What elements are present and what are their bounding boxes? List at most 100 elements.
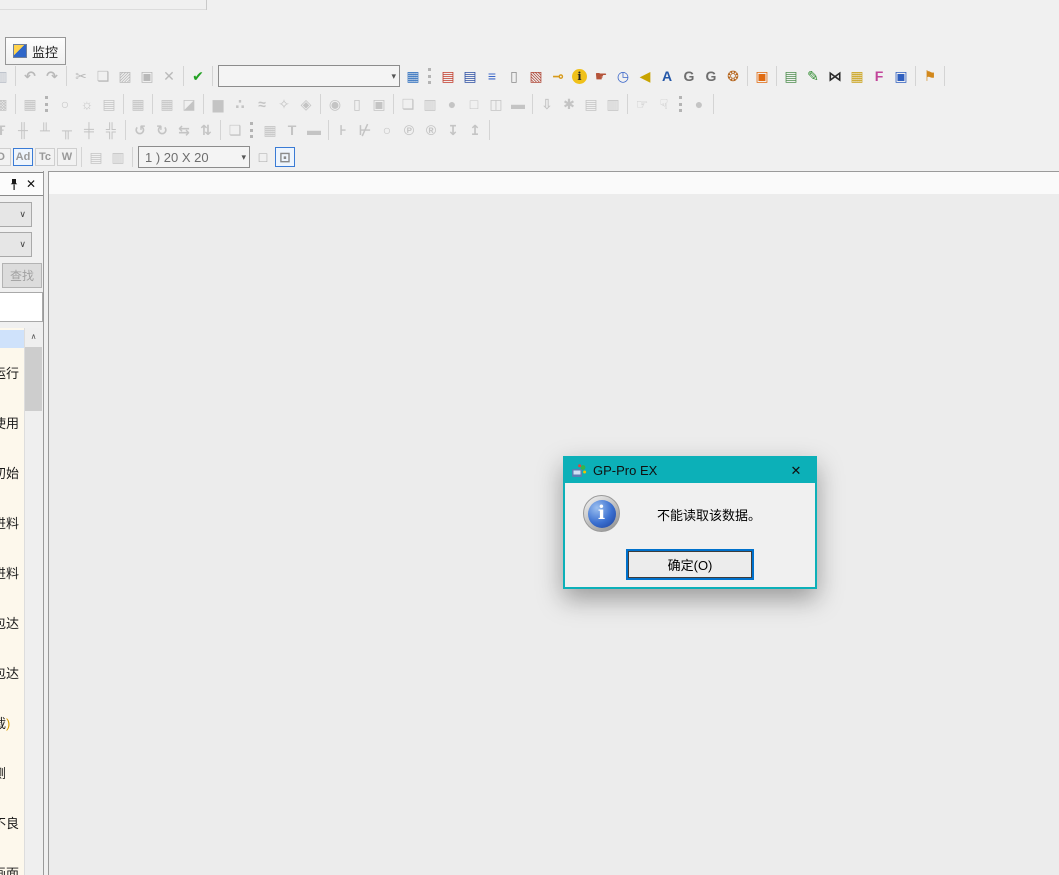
- sidebar-item[interactable]: 侧: [0, 763, 6, 782]
- scroll-up-icon[interactable]: ∧: [25, 328, 42, 345]
- ladder-monitor-icon: ▦: [260, 120, 280, 140]
- toggle-w-toggle[interactable]: W: [57, 148, 77, 166]
- toolbar-separator: [66, 66, 67, 86]
- device-monitor-icon[interactable]: ⋈: [825, 66, 845, 86]
- toolbar-separator: [132, 147, 133, 167]
- toolbar-separator: [532, 94, 533, 114]
- sidebar-item[interactable]: 使用: [0, 413, 19, 432]
- toolbar-separator: [915, 66, 916, 86]
- text-part-icon: ▣: [369, 94, 389, 114]
- edit-script-icon[interactable]: ✎: [803, 66, 823, 86]
- gesture-input-icon: ☟: [654, 94, 674, 114]
- screen-select-combo[interactable]: ▾: [218, 65, 400, 87]
- hand-operation-icon[interactable]: ☛: [591, 66, 611, 86]
- ok-button[interactable]: 确定(O): [628, 551, 752, 578]
- date-part-icon: ▦: [128, 94, 148, 114]
- sound-icon[interactable]: ◀: [635, 66, 655, 86]
- sidebar-item[interactable]: 画面: [0, 863, 19, 875]
- print-icon: ▥: [108, 147, 128, 167]
- sidebar-item[interactable]: 进料: [0, 513, 19, 532]
- image-window-icon[interactable]: ▣: [891, 66, 911, 86]
- comment-view-icon: ▤: [86, 147, 106, 167]
- security-key-icon[interactable]: ⊸: [548, 66, 568, 86]
- global-crossref-1-icon[interactable]: G: [679, 66, 699, 86]
- sidebar-item-label: 运行: [0, 366, 19, 381]
- coil-reset-icon: ®: [421, 120, 441, 140]
- compass-graph-part-icon: ✧: [274, 94, 294, 114]
- tab-monitor[interactable]: 监控: [5, 37, 66, 65]
- monitor-part-icon: □: [464, 94, 484, 114]
- list-part-2-icon: ▥: [603, 94, 623, 114]
- sidebar-item-label: 包达: [0, 666, 19, 681]
- csv-export-icon[interactable]: ▯: [504, 66, 524, 86]
- time-display-icon[interactable]: ◷: [613, 66, 633, 86]
- coil-icon: ○: [377, 120, 397, 140]
- toolbar-separator: [328, 120, 329, 140]
- delete-icon: ✕: [159, 66, 179, 86]
- toolbar-separator: [747, 66, 748, 86]
- sidebar-item-label: 侧: [0, 766, 6, 781]
- align-left-icon: Ŧ: [0, 120, 11, 140]
- contact-no-icon: ⊦: [333, 120, 353, 140]
- sidebar-scrollbar[interactable]: ∧: [24, 328, 42, 875]
- sidebar-search-input[interactable]: [0, 292, 43, 322]
- sidebar-item[interactable]: 载): [0, 713, 10, 732]
- panel-splitter[interactable]: [43, 171, 44, 875]
- flip-vertical-icon: ⇅: [196, 120, 216, 140]
- sidebar-combo-1[interactable]: ∨: [0, 202, 32, 227]
- pin-icon[interactable]: [9, 178, 19, 191]
- info-guide-icon[interactable]: i: [572, 69, 587, 84]
- undo-icon: ↶: [20, 66, 40, 86]
- screen-capture-icon[interactable]: ▣: [752, 66, 772, 86]
- sidebar-item[interactable]: 初始: [0, 463, 19, 482]
- combo-arrow-icon[interactable]: ▾: [391, 71, 396, 82]
- toolbar-separator: [713, 94, 714, 114]
- dialog-titlebar[interactable]: GP-Pro EX ✕: [565, 458, 815, 483]
- duplicate-icon: ▣: [137, 66, 157, 86]
- grid-size-combo[interactable]: 1 ) 20 X 20▾: [138, 146, 250, 168]
- dialog-message: 不能读取该数据。: [657, 505, 761, 524]
- frame-off-icon[interactable]: □: [253, 147, 273, 167]
- sidebar-item[interactable]: 运行: [0, 363, 19, 382]
- sidebar-item[interactable]: 进料: [0, 563, 19, 582]
- list-part-1-icon: ▤: [581, 94, 601, 114]
- dialog-close-icon[interactable]: ✕: [783, 463, 809, 479]
- toolbar-separator: [183, 66, 184, 86]
- align-grid-icon: ╬: [101, 120, 121, 140]
- simulation-icon[interactable]: ▤: [781, 66, 801, 86]
- toggle-id-toggle[interactable]: D: [0, 148, 11, 166]
- sidebar-combo-2[interactable]: ∨: [0, 232, 32, 257]
- sidebar-item[interactable]: 不良: [0, 813, 19, 832]
- frame-on-icon[interactable]: ⊡: [275, 147, 295, 167]
- sidebar-item[interactable]: 包达: [0, 613, 19, 632]
- sidebar-item[interactable]: [0, 330, 24, 348]
- chevron-down-icon: ∨: [19, 239, 26, 250]
- marker-icon[interactable]: ⚑: [920, 66, 940, 86]
- timer-settings-icon[interactable]: ❂: [723, 66, 743, 86]
- screen-preview-icon[interactable]: ▦: [403, 66, 423, 86]
- canvas-top-strip: [49, 172, 1059, 194]
- doc-transfer-icon[interactable]: ▧: [526, 66, 546, 86]
- toggle-tc-toggle[interactable]: Tc: [35, 148, 55, 166]
- sidebar-item[interactable]: 包达: [0, 663, 19, 682]
- dialog-body: i 不能读取该数据。 确定(O): [565, 483, 815, 587]
- transfer-send-icon[interactable]: ▤: [438, 66, 458, 86]
- scrollbar-thumb[interactable]: [25, 347, 42, 411]
- toolbar-separator: [123, 94, 124, 114]
- close-panel-icon[interactable]: ✕: [26, 178, 36, 190]
- error-check-icon[interactable]: ✔: [188, 66, 208, 86]
- global-crossref-2-icon[interactable]: G: [701, 66, 721, 86]
- window-dots-icon: ▬: [508, 94, 528, 114]
- toolbar-separator: [489, 120, 490, 140]
- toolbar-edit-logic: Ŧ╫╨╥╪╬↺↻⇆⇅❏▦T▬⊦⊬○℗®↧↥: [0, 118, 493, 142]
- toolbar-drag-handle: [250, 122, 255, 138]
- movie-icon[interactable]: ▦: [847, 66, 867, 86]
- combo-arrow-icon[interactable]: ▾: [241, 152, 246, 163]
- font-window-icon[interactable]: F: [869, 66, 889, 86]
- toggle-address-toggle[interactable]: Ad: [13, 148, 33, 166]
- project-settings-icon[interactable]: ≡: [482, 66, 502, 86]
- text-table-icon[interactable]: A: [657, 66, 677, 86]
- transfer-receive-icon[interactable]: ▤: [460, 66, 480, 86]
- toolbar-separator: [220, 120, 221, 140]
- flip-horizontal-icon: ⇆: [174, 120, 194, 140]
